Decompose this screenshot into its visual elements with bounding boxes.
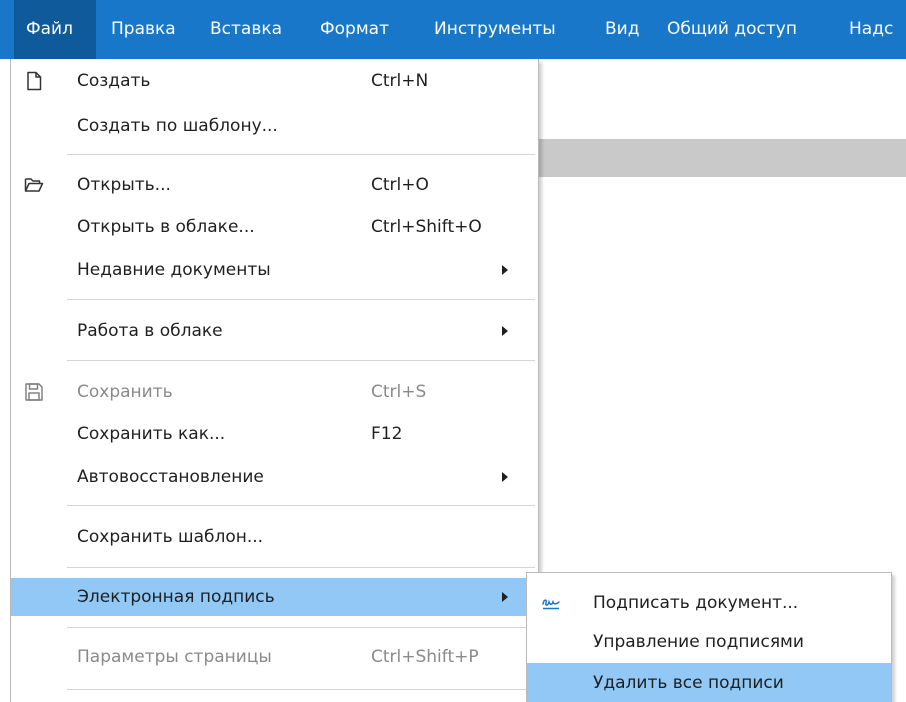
app-window: Файл Правка Вставка Формат Инструменты В… bbox=[0, 0, 906, 702]
menu-bar: Файл Правка Вставка Формат Инструменты В… bbox=[0, 0, 906, 59]
menu-item-create-template[interactable]: Создать по шаблону... bbox=[11, 108, 538, 144]
signature-icon bbox=[542, 599, 560, 610]
menu-item-recent[interactable]: Недавние документы bbox=[11, 252, 538, 288]
menu-file-label: Файл bbox=[26, 19, 73, 39]
menu-item-save-as[interactable]: Сохранить как... F12 bbox=[11, 416, 538, 452]
menu-view[interactable]: Вид bbox=[605, 0, 639, 59]
menu-item-create-label: Создать bbox=[77, 71, 151, 91]
menu-item-autorecovery[interactable]: Автовосстановление bbox=[11, 459, 538, 495]
menu-sharing[interactable]: Общий доступ bbox=[667, 0, 797, 59]
menu-separator bbox=[67, 299, 535, 300]
submenu-item-remove-all[interactable]: Удалить все подписи bbox=[527, 663, 891, 702]
menu-separator bbox=[67, 505, 535, 506]
menu-item-create-template-label: Создать по шаблону... bbox=[77, 116, 278, 136]
menu-sharing-label: Общий доступ bbox=[667, 19, 797, 39]
menu-item-page-setup-label: Параметры страницы bbox=[77, 647, 272, 667]
menu-format-label: Формат bbox=[320, 19, 389, 39]
submenu-arrow-icon bbox=[502, 326, 508, 336]
menu-item-create[interactable]: Создать Ctrl+N bbox=[11, 63, 538, 99]
menu-separator bbox=[67, 360, 535, 361]
menu-format[interactable]: Формат bbox=[320, 0, 389, 59]
menu-item-open-cloud-label: Открыть в облаке... bbox=[77, 217, 255, 237]
submenu-item-sign-label: Подписать документ... bbox=[593, 593, 799, 613]
save-icon bbox=[25, 383, 43, 401]
menu-item-open-cloud-shortcut: Ctrl+Shift+O bbox=[371, 217, 482, 237]
menu-item-e-signature-label: Электронная подпись bbox=[77, 587, 275, 607]
menu-edit-label: Правка bbox=[111, 19, 176, 39]
menu-item-save[interactable]: Сохранить Ctrl+S bbox=[11, 374, 538, 410]
submenu-item-sign[interactable]: Подписать документ... bbox=[527, 584, 891, 622]
menu-item-save-template-label: Сохранить шаблон... bbox=[77, 527, 264, 547]
menu-addons-label: Надс bbox=[849, 19, 894, 39]
menu-item-create-shortcut: Ctrl+N bbox=[371, 71, 429, 91]
menu-item-open-label: Открыть... bbox=[77, 175, 171, 195]
submenu-item-remove-all-label: Удалить все подписи bbox=[593, 673, 784, 693]
menu-item-save-as-shortcut: F12 bbox=[371, 424, 403, 444]
signature-submenu: Подписать документ... Управление подпися… bbox=[526, 572, 892, 702]
menu-view-label: Вид bbox=[605, 19, 640, 39]
submenu-arrow-icon bbox=[502, 592, 508, 602]
menu-edit[interactable]: Правка bbox=[111, 0, 176, 59]
submenu-arrow-icon bbox=[502, 265, 508, 275]
menu-file[interactable]: Файл bbox=[14, 0, 96, 59]
menu-item-save-shortcut: Ctrl+S bbox=[371, 382, 427, 402]
menu-item-open-cloud[interactable]: Открыть в облаке... Ctrl+Shift+O bbox=[11, 209, 538, 245]
menu-item-save-as-label: Сохранить как... bbox=[77, 424, 226, 444]
menu-item-page-setup[interactable]: Параметры страницы Ctrl+Shift+P bbox=[11, 639, 538, 675]
new-document-icon bbox=[27, 71, 42, 91]
menu-item-cloud-work-label: Работа в облаке bbox=[77, 321, 223, 341]
menu-insert-label: Вставка bbox=[210, 19, 283, 39]
menu-item-recent-label: Недавние документы bbox=[77, 260, 271, 280]
menu-item-save-label: Сохранить bbox=[77, 382, 173, 402]
menu-item-e-signature[interactable]: Электронная подпись bbox=[11, 578, 538, 616]
submenu-item-manage[interactable]: Управление подписями bbox=[527, 623, 891, 661]
left-edge bbox=[0, 59, 10, 702]
menu-separator bbox=[67, 627, 535, 628]
menu-item-save-template[interactable]: Сохранить шаблон... bbox=[11, 519, 538, 555]
menu-item-open[interactable]: Открыть... Ctrl+O bbox=[11, 167, 538, 203]
menu-separator bbox=[67, 154, 535, 155]
submenu-item-manage-label: Управление подписями bbox=[593, 632, 804, 652]
menu-tools[interactable]: Инструменты bbox=[434, 0, 556, 59]
menu-separator bbox=[67, 689, 535, 690]
menu-addons[interactable]: Надс bbox=[849, 0, 893, 59]
menu-insert[interactable]: Вставка bbox=[210, 0, 282, 59]
menu-tools-label: Инструменты bbox=[434, 19, 556, 39]
menu-item-open-shortcut: Ctrl+O bbox=[371, 175, 429, 195]
menu-item-cloud-work[interactable]: Работа в облаке bbox=[11, 313, 538, 349]
file-menu: Создать Ctrl+N Создать по шаблону... Отк… bbox=[10, 59, 539, 702]
menu-item-autorecovery-label: Автовосстановление bbox=[77, 467, 264, 487]
menu-item-page-setup-shortcut: Ctrl+Shift+P bbox=[371, 647, 479, 667]
open-folder-icon bbox=[24, 178, 44, 192]
menu-separator bbox=[67, 567, 535, 568]
submenu-arrow-icon bbox=[502, 472, 508, 482]
